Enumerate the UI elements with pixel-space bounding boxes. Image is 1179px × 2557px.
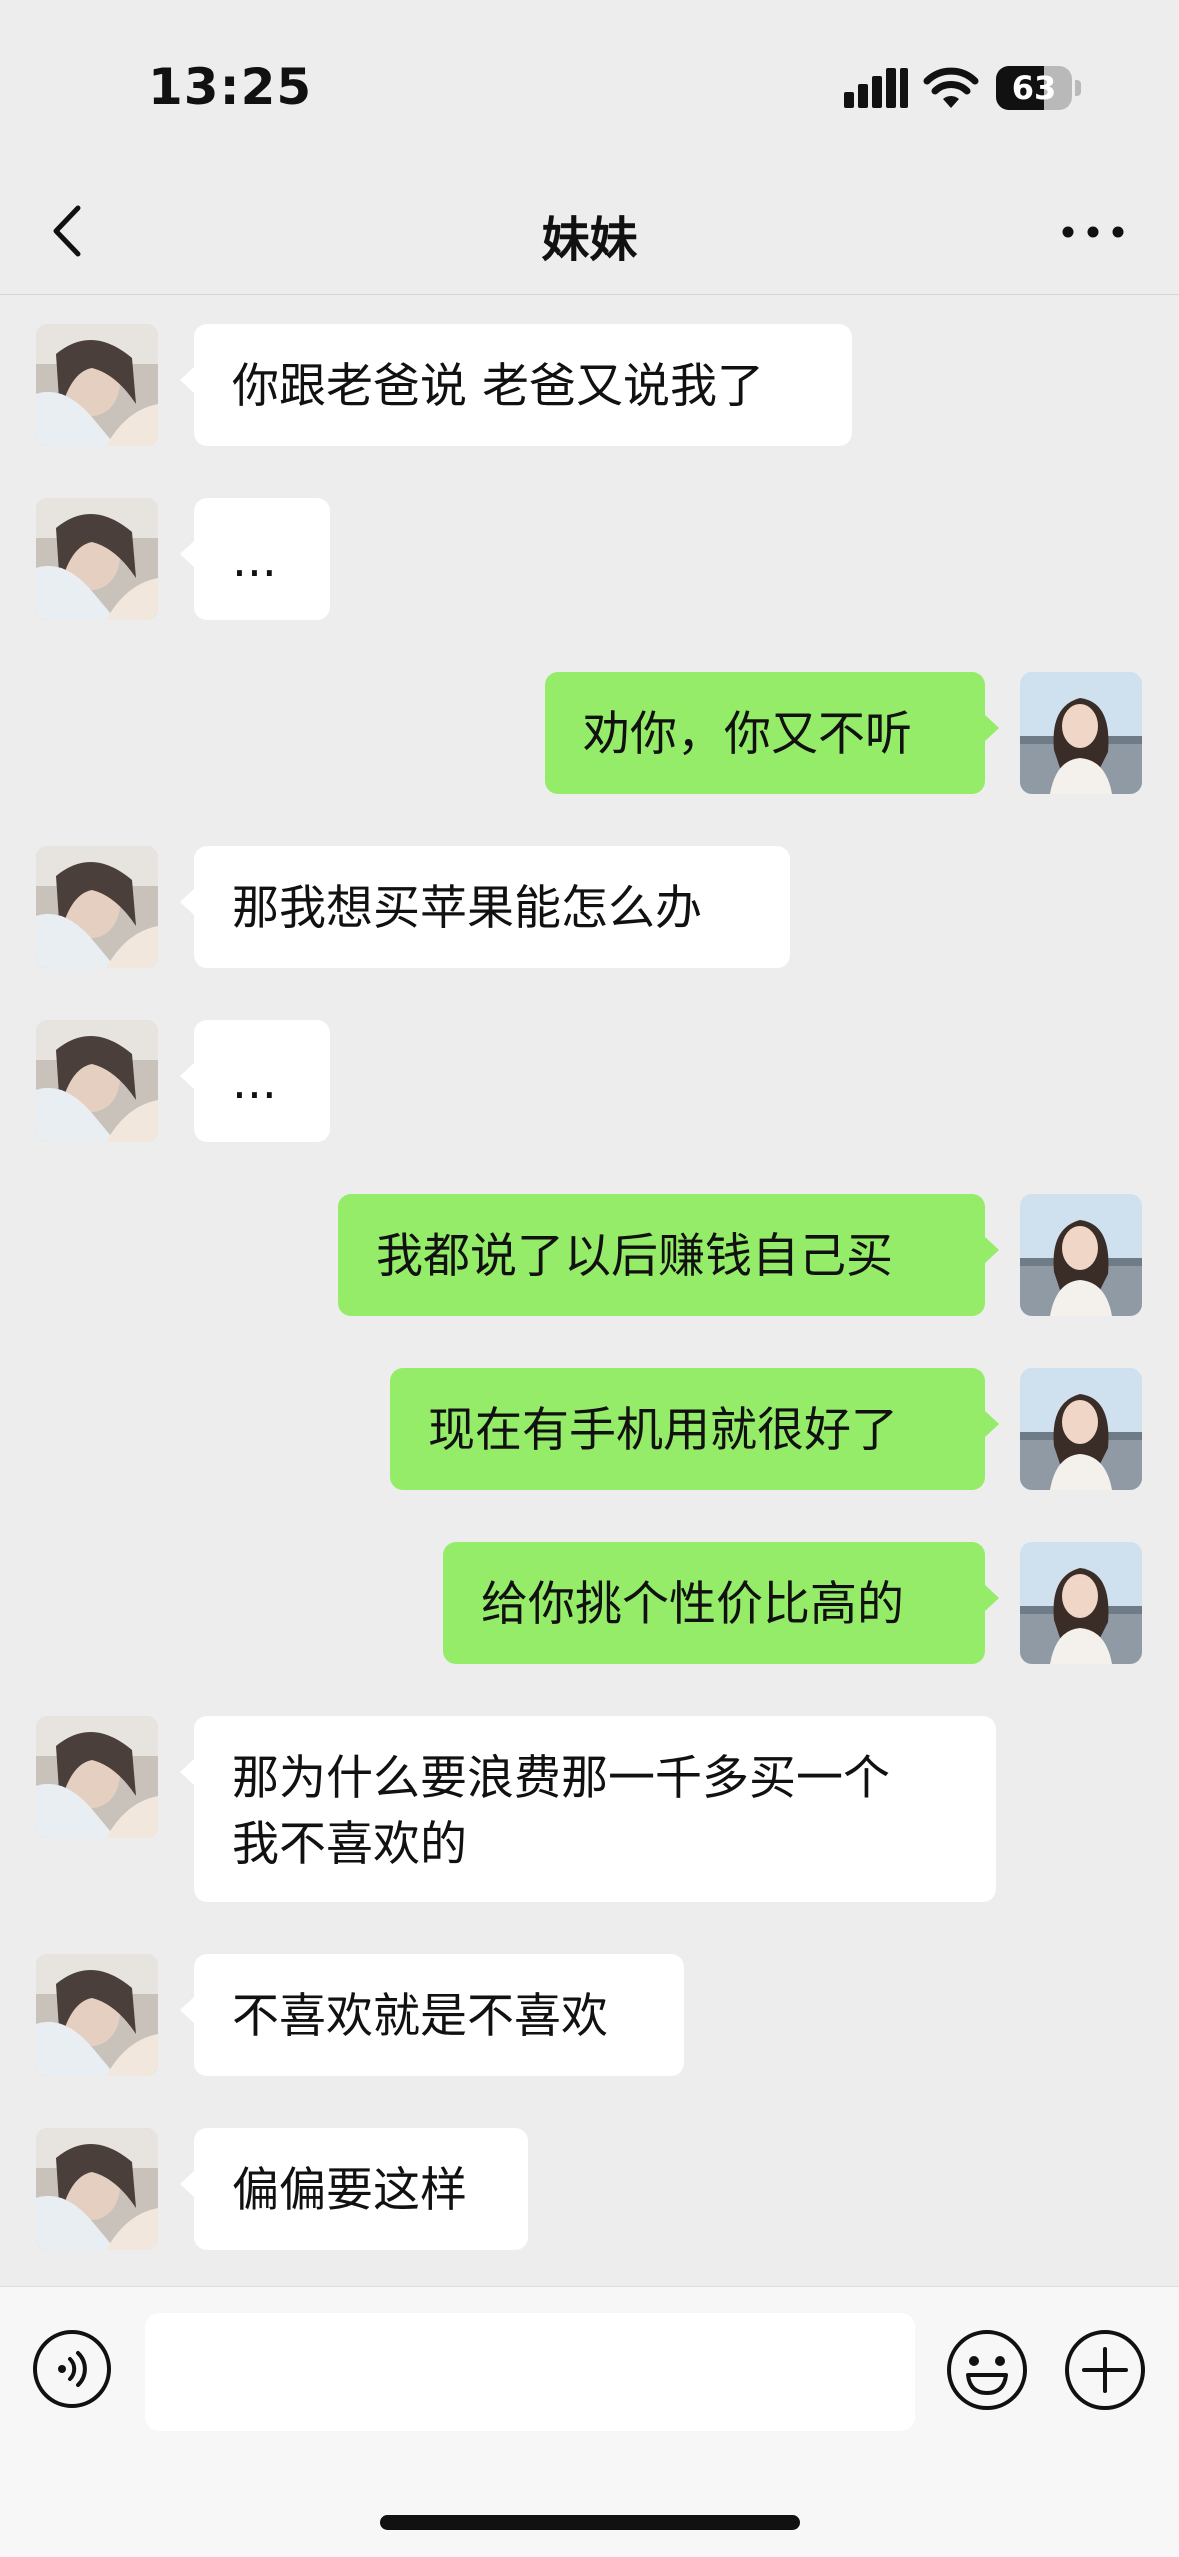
chat-header: 妹妹 [0, 170, 1179, 295]
avatar-sister[interactable] [36, 1954, 158, 2076]
emoji-button[interactable] [946, 2329, 1028, 2411]
message-bubble[interactable]: 你跟老爸说 老爸又说我了 [180, 324, 852, 446]
battery-level: 63 [1011, 69, 1057, 107]
avatar-self[interactable] [1020, 1368, 1142, 1490]
message-bubble[interactable]: 那为什么要浪费那一千多买一个 我不喜欢的 [180, 1716, 996, 1902]
avatar-self[interactable] [1020, 672, 1142, 794]
voice-button[interactable] [32, 2329, 112, 2409]
more-dots-icon [1062, 226, 1124, 238]
voice-icon [33, 2330, 111, 2408]
wifi-icon [922, 64, 980, 110]
message-bubble[interactable]: 现在有手机用就很好了 [390, 1368, 999, 1490]
chat-title: 妹妹 [541, 212, 638, 268]
input-bar [0, 2286, 1179, 2557]
plus-icon [1065, 2330, 1145, 2410]
home-indicator [380, 2515, 800, 2530]
message-list[interactable]: 你跟老爸说 老爸又说我了 ... 劝你，你又不听 那我想买苹果能怎么办 ... … [0, 294, 1179, 2284]
message-bubble[interactable]: 劝你，你又不听 [545, 672, 999, 794]
message-bubble[interactable]: 不喜欢就是不喜欢 [180, 1954, 684, 2076]
message-input[interactable] [145, 2313, 915, 2431]
more-button[interactable] [1058, 204, 1128, 260]
avatar-sister[interactable] [36, 498, 158, 620]
message-bubble[interactable]: 那我想买苹果能怎么办 [180, 846, 790, 968]
status-bar: 13:25 63 [0, 0, 1179, 170]
avatar-sister[interactable] [36, 324, 158, 446]
avatar-self[interactable] [1020, 1542, 1142, 1664]
avatar-sister[interactable] [36, 1020, 158, 1142]
signal-icon [844, 66, 908, 110]
avatar-sister[interactable] [36, 2128, 158, 2250]
avatar-sister[interactable] [36, 1716, 158, 1838]
avatar-self[interactable] [1020, 1194, 1142, 1316]
message-bubble[interactable]: 偏偏要这样 [180, 2128, 528, 2250]
plus-button[interactable] [1064, 2329, 1146, 2411]
status-time: 13:25 [148, 58, 313, 116]
message-bubble[interactable]: ... [180, 1020, 330, 1142]
battery-icon: 63 [996, 66, 1082, 110]
message-bubble[interactable]: 我都说了以后赚钱自己买 [338, 1194, 999, 1316]
avatar-sister[interactable] [36, 846, 158, 968]
message-bubble[interactable]: ... [180, 498, 330, 620]
emoji-icon [947, 2330, 1027, 2410]
message-bubble[interactable]: 给你挑个性价比高的 [443, 1542, 999, 1664]
